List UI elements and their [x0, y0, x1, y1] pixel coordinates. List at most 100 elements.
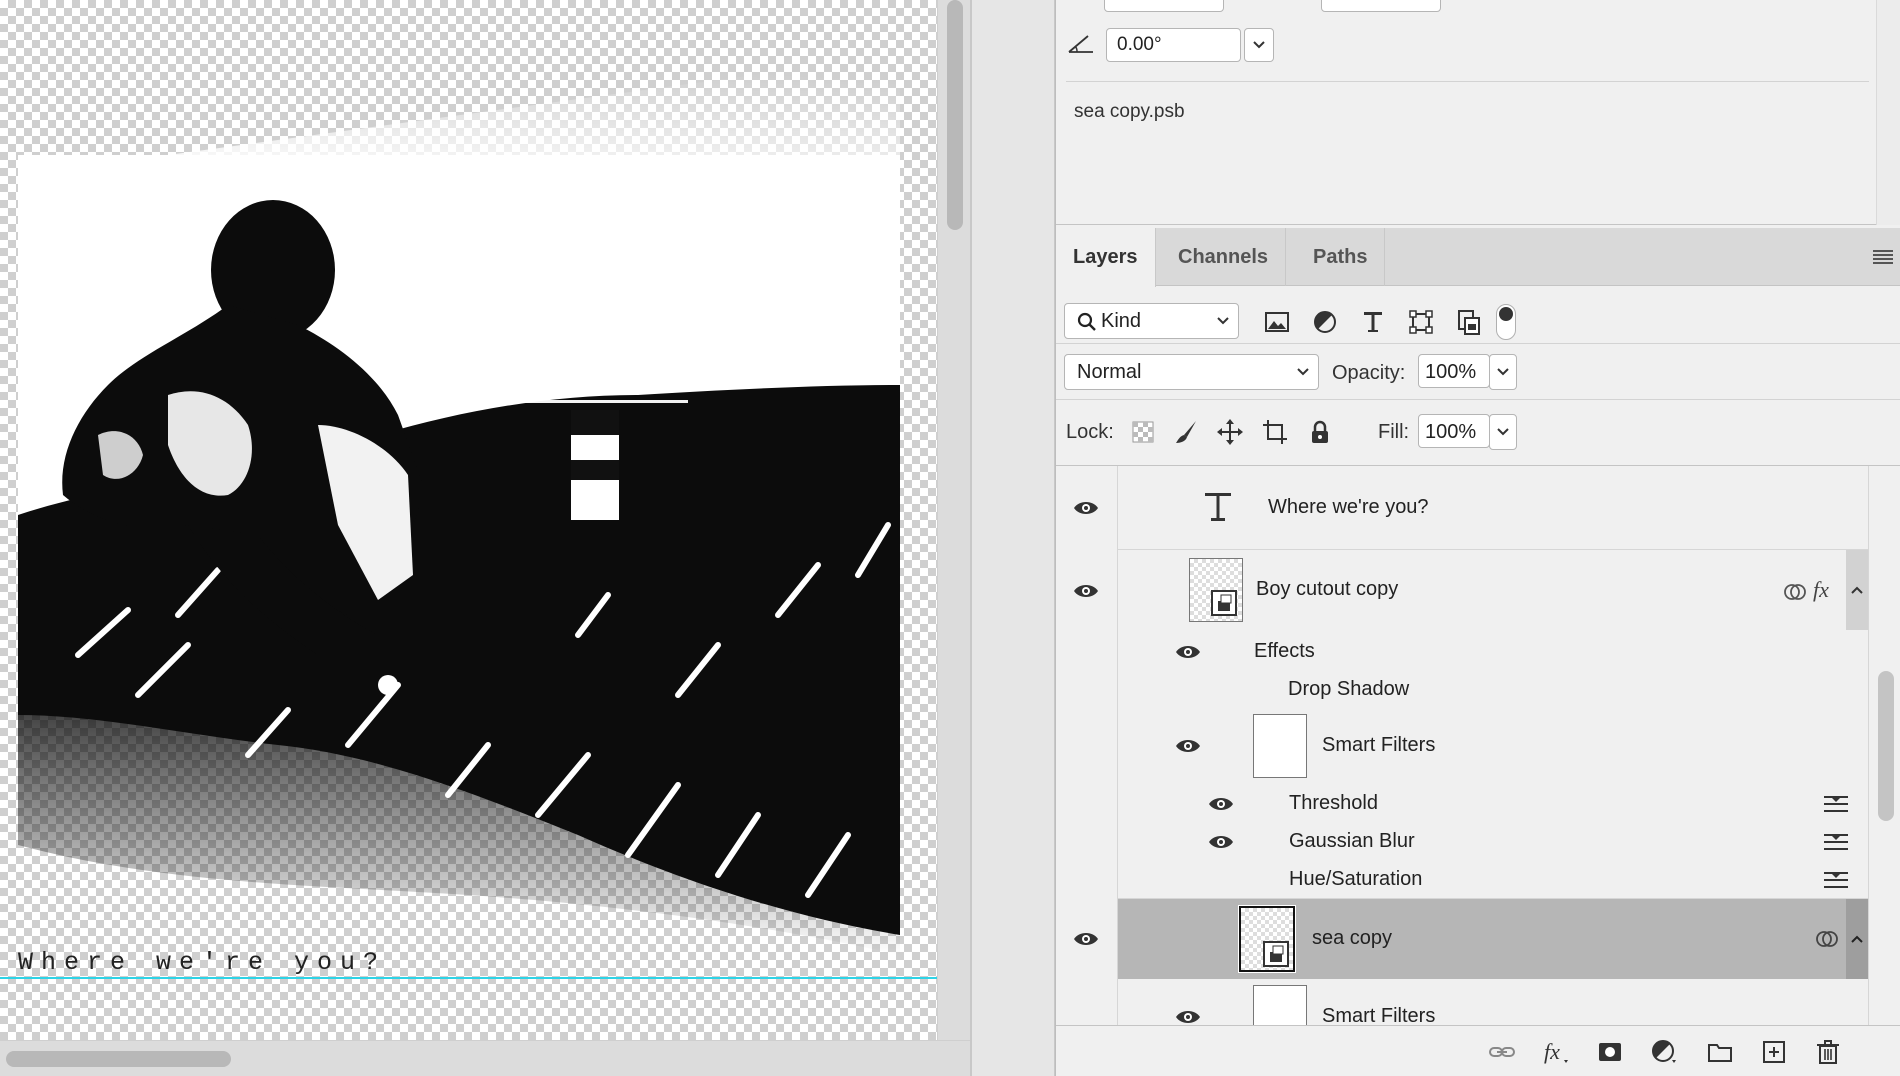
shape-filter-icon[interactable] [1407, 308, 1435, 336]
threshold-filter-row[interactable]: Threshold [1056, 784, 1868, 822]
search-icon [1077, 312, 1096, 331]
cyan-guide-line[interactable] [0, 977, 937, 979]
fx-add-style-icon[interactable]: fx [1542, 1038, 1570, 1066]
gaussian-blur-label: Gaussian Blur [1289, 830, 1415, 852]
effects-row[interactable]: Effects [1056, 632, 1868, 670]
toggle-knob [1499, 307, 1513, 321]
drop-shadow-label: Drop Shadow [1288, 678, 1410, 700]
adjustment-filter-icon[interactable] [1311, 308, 1339, 336]
chevron-down-icon [1253, 41, 1265, 49]
document-canvas[interactable]: Where we're you? [0, 0, 937, 1040]
lock-artboard-icon[interactable] [1261, 418, 1289, 446]
blend-mode-value: Normal [1077, 361, 1142, 383]
image-filter-icon[interactable] [1263, 308, 1291, 336]
type-layer-icon [1205, 493, 1231, 521]
lock-all-icon[interactable] [1306, 418, 1334, 446]
fill-label: Fill: [1378, 421, 1410, 443]
layer-thumbnail[interactable] [1189, 558, 1243, 622]
filter-mask-thumbnail[interactable] [1253, 714, 1307, 778]
eye-icon[interactable] [1175, 1008, 1201, 1025]
link-layers-icon[interactable] [1488, 1038, 1516, 1066]
filter-kind-dropdown[interactable]: Kind [1064, 303, 1239, 339]
smart-object-badge-icon [1263, 941, 1289, 967]
eye-icon[interactable] [1073, 499, 1099, 517]
layer-name[interactable]: Where we're you? [1268, 496, 1429, 519]
eye-icon[interactable] [1175, 643, 1201, 661]
smart-filters-row[interactable]: Smart Filters [1056, 708, 1868, 784]
add-mask-icon[interactable] [1596, 1038, 1624, 1066]
artwork-image [18, 55, 900, 955]
canvas-vertical-scrollbar[interactable] [937, 0, 970, 1040]
hue-saturation-label: Hue/Saturation [1289, 868, 1423, 890]
collapse-effects-button[interactable] [1846, 550, 1868, 630]
layer-name[interactable]: sea copy [1312, 927, 1392, 950]
canvas-horizontal-scrollbar[interactable] [0, 1040, 970, 1076]
smart-object-badge-icon [1211, 590, 1237, 616]
layers-scrollbar[interactable] [1868, 466, 1900, 1025]
clipping-link-icon [1784, 584, 1806, 600]
tab-layers[interactable]: Layers [1056, 228, 1156, 287]
filter-kind-label: Kind [1101, 310, 1142, 332]
filter-options-icon[interactable] [1824, 794, 1848, 814]
svg-text:fx: fx [1544, 1039, 1560, 1064]
horizontal-scroll-thumb[interactable] [6, 1051, 231, 1067]
new-group-folder-icon[interactable] [1706, 1038, 1734, 1066]
tab-paths[interactable]: Paths [1296, 228, 1386, 286]
vertical-scroll-thumb[interactable] [947, 0, 963, 230]
opacity-dropdown-button[interactable] [1489, 354, 1517, 390]
linked-file-name: sea copy.psb [1074, 101, 1185, 122]
smart-object-filter-icon[interactable] [1455, 308, 1483, 336]
drop-shadow-row[interactable]: Drop Shadow [1056, 670, 1868, 708]
sea-smart-filters-row[interactable]: Smart Filters [1056, 979, 1868, 1025]
layer-row-sea-copy[interactable]: sea copy [1118, 899, 1868, 979]
type-filter-icon[interactable] [1359, 308, 1387, 336]
fill-dropdown-button[interactable] [1489, 414, 1517, 450]
gaussian-blur-filter-row[interactable]: Gaussian Blur [1056, 822, 1868, 860]
layer-row-boy-cutout[interactable]: Boy cutout copy fx [1056, 550, 1868, 632]
fx-effects-icon[interactable]: fx [1812, 578, 1838, 602]
filter-options-icon[interactable] [1824, 870, 1848, 890]
lock-image-pixels-icon[interactable] [1172, 418, 1200, 446]
right-panel: 0.00° sea copy.psb Layers Channels Paths… [1055, 0, 1900, 1076]
collapse-filters-button[interactable] [1846, 899, 1868, 979]
layer-filter-row: Kind [1056, 286, 1900, 344]
angle-input[interactable]: 0.00° [1106, 28, 1241, 62]
eye-icon[interactable] [1208, 795, 1234, 813]
layer-thumbnail[interactable] [1238, 905, 1296, 973]
eye-icon[interactable] [1073, 930, 1099, 948]
tab-channels[interactable]: Channels [1161, 228, 1287, 286]
layer-row-text[interactable]: Where we're you? [1056, 466, 1868, 549]
chevron-down-icon [1497, 428, 1509, 436]
lock-transparent-pixels-icon[interactable] [1129, 418, 1157, 446]
layers-scroll-thumb[interactable] [1878, 671, 1894, 821]
angle-icon [1068, 35, 1093, 53]
filter-toggle-switch[interactable] [1496, 304, 1516, 340]
layer-name[interactable]: Boy cutout copy [1256, 578, 1398, 601]
lock-position-icon[interactable] [1216, 418, 1244, 446]
height-field[interactable] [1321, 0, 1441, 12]
smart-filters-label: Smart Filters [1322, 734, 1436, 756]
panel-menu-icon[interactable] [1873, 248, 1893, 266]
hue-saturation-filter-row[interactable]: Hue/Saturation [1056, 860, 1868, 898]
properties-scrollbar[interactable] [1876, 0, 1900, 225]
eye-icon[interactable] [1208, 833, 1234, 851]
eye-icon[interactable] [1073, 582, 1099, 600]
eye-icon[interactable] [1175, 737, 1201, 755]
filter-options-icon[interactable] [1824, 832, 1848, 852]
opacity-input[interactable]: 100% [1418, 354, 1490, 388]
new-layer-icon[interactable] [1760, 1038, 1788, 1066]
layers-list[interactable]: Where we're you? Boy cutout copy fx Effe [1056, 466, 1868, 1025]
new-adjustment-layer-icon[interactable] [1650, 1038, 1678, 1066]
fill-input[interactable]: 100% [1418, 414, 1490, 448]
svg-text:fx: fx [1813, 578, 1829, 602]
angle-dropdown-button[interactable] [1244, 28, 1274, 62]
filter-mask-thumbnail[interactable] [1253, 985, 1307, 1025]
width-field[interactable] [1104, 0, 1224, 12]
blend-mode-dropdown[interactable]: Normal [1064, 354, 1319, 390]
chevron-up-icon [1851, 586, 1863, 594]
trash-icon[interactable] [1814, 1038, 1842, 1066]
effects-label: Effects [1254, 640, 1315, 662]
properties-panel: 0.00° sea copy.psb [1056, 0, 1900, 225]
chevron-down-icon [1297, 368, 1309, 376]
layers-panel-tabs: Layers Channels Paths [1056, 228, 1900, 287]
